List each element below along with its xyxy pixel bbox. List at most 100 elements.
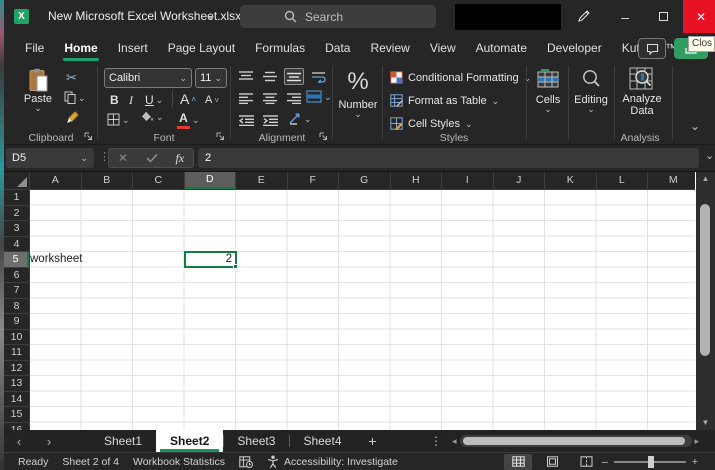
row-header-8[interactable]: 8 <box>4 299 29 315</box>
row-header-10[interactable]: 10 <box>4 330 29 346</box>
increase-font-size-button[interactable]: A˄ <box>180 91 196 107</box>
column-header-f[interactable]: F <box>288 172 340 189</box>
row-header-2[interactable]: 2 <box>4 206 29 222</box>
sheet-tab-sheet3[interactable]: Sheet3 <box>223 430 289 452</box>
wrap-text-button[interactable] <box>308 68 328 85</box>
cell-styles-chevron-down-icon[interactable]: ⌄ <box>465 121 473 127</box>
page-break-view-button[interactable] <box>572 454 600 470</box>
middle-align-button[interactable] <box>260 68 280 85</box>
cut-button[interactable]: ✂ <box>66 70 77 86</box>
underline-button[interactable]: U ⌄ <box>145 93 163 107</box>
editing-group-button[interactable]: Editing ⌄ <box>570 69 612 112</box>
font-color-button[interactable]: A ⌄ <box>177 111 200 129</box>
font-size-chevron-down-icon[interactable]: ⌄ <box>214 75 222 81</box>
paste-button[interactable]: Paste ⌄ <box>16 68 60 111</box>
orientation-chevron-down-icon[interactable]: ⌄ <box>304 116 312 122</box>
scroll-up-icon[interactable]: ▲ <box>696 172 715 186</box>
close-button[interactable]: ✕ <box>683 0 715 33</box>
column-header-g[interactable]: G <box>339 172 391 189</box>
column-header-c[interactable]: C <box>133 172 185 189</box>
column-header-j[interactable]: J <box>494 172 546 189</box>
increase-indent-button[interactable] <box>260 112 280 129</box>
tab-file[interactable]: File <box>16 36 53 60</box>
top-align-button[interactable] <box>236 68 256 85</box>
row-header-12[interactable]: 12 <box>4 361 29 377</box>
column-header-k[interactable]: K <box>545 172 597 189</box>
row-header-3[interactable]: 3 <box>4 221 29 237</box>
title-chevron-down-icon[interactable]: ⌄ <box>206 8 216 22</box>
row-header-4[interactable]: 4 <box>4 237 29 253</box>
conditional-formatting-button[interactable]: Conditional Formatting ⌄ <box>390 71 531 84</box>
tab-developer[interactable]: Developer <box>538 36 611 60</box>
copy-button[interactable]: ⌄ <box>64 91 86 104</box>
bottom-align-button[interactable] <box>284 68 304 85</box>
accessibility-status[interactable]: Accessibility: Investigate <box>267 455 398 468</box>
column-header-i[interactable]: I <box>442 172 494 189</box>
row-header-11[interactable]: 11 <box>4 345 29 361</box>
formula-input[interactable]: 2 <box>198 148 699 168</box>
cell-d5-selected[interactable]: 2 <box>184 251 237 268</box>
row-header-1[interactable]: 1 <box>4 190 29 206</box>
cancel-icon[interactable]: ✕ <box>118 151 128 165</box>
row-header-7[interactable]: 7 <box>4 283 29 299</box>
analyze-data-button[interactable]: Analyze Data <box>616 67 668 117</box>
tab-insert[interactable]: Insert <box>109 36 157 60</box>
zoom-slider[interactable] <box>614 461 686 463</box>
scroll-left-icon[interactable]: ◂ <box>452 436 457 447</box>
column-header-m[interactable]: M <box>648 172 695 189</box>
font-color-chevron-down-icon[interactable]: ⌄ <box>192 117 200 123</box>
column-header-e[interactable]: E <box>236 172 288 189</box>
vertical-scroll-thumb[interactable] <box>700 204 710 356</box>
orientation-button[interactable]: ⌄ <box>288 112 312 125</box>
column-header-a[interactable]: A <box>30 172 82 189</box>
font-dialog-launcher[interactable] <box>216 132 225 141</box>
format-painter-button[interactable] <box>65 111 79 125</box>
copy-chevron-down-icon[interactable]: ⌄ <box>78 95 86 101</box>
excel-logo-icon[interactable]: X <box>14 9 29 24</box>
row-header-15[interactable]: 15 <box>4 407 29 423</box>
align-center-button[interactable] <box>260 90 280 107</box>
horizontal-scroll-track[interactable] <box>460 435 692 447</box>
format-as-table-button[interactable]: Format as Table ⌄ <box>390 94 499 107</box>
search-box[interactable]: Search <box>240 5 436 28</box>
fill-color-chevron-down-icon[interactable]: ⌄ <box>156 114 164 120</box>
tab-formulas[interactable]: Formulas <box>246 36 314 60</box>
previous-sheet-chevron-icon[interactable]: ‹ <box>4 430 34 452</box>
normal-view-button[interactable] <box>504 454 532 470</box>
pen-mode-button[interactable] <box>565 0 601 33</box>
row-header-14[interactable]: 14 <box>4 392 29 408</box>
display-settings-icon[interactable] <box>239 456 253 468</box>
tab-view[interactable]: View <box>421 36 465 60</box>
comments-button[interactable] <box>638 38 666 59</box>
cell-styles-button[interactable]: Cell Styles ⌄ <box>390 117 473 130</box>
horizontal-scroll-thumb[interactable] <box>463 437 685 445</box>
expand-formula-bar-chevron-icon[interactable]: ⌄ <box>705 153 714 159</box>
select-all-corner[interactable] <box>4 172 30 190</box>
cells-chevron-down-icon[interactable]: ⌄ <box>544 106 552 112</box>
scroll-down-icon[interactable]: ▼ <box>696 416 715 430</box>
cells-area[interactable]: worksheet 2 <box>30 190 695 430</box>
sheet-tab-sheet2[interactable]: Sheet2 <box>156 430 223 452</box>
tab-page-layout[interactable]: Page Layout <box>159 36 244 60</box>
zoom-in-icon[interactable]: + <box>692 456 698 468</box>
horizontal-scrollbar[interactable]: ◂ ▸ <box>452 434 708 448</box>
tab-review[interactable]: Review <box>361 36 418 60</box>
workbook-statistics-button[interactable]: Workbook Statistics <box>133 456 225 468</box>
collapse-ribbon-chevron-icon[interactable]: ⌄ <box>690 123 700 129</box>
font-name-chevron-down-icon[interactable]: ⌄ <box>179 75 187 81</box>
bold-button[interactable]: B <box>110 93 119 107</box>
cells-group-button[interactable]: Cells ⌄ <box>530 69 566 112</box>
row-header-5[interactable]: 5 <box>4 252 29 268</box>
clipboard-dialog-launcher[interactable] <box>84 132 93 141</box>
tab-automate[interactable]: Automate <box>467 36 536 60</box>
column-header-b[interactable]: B <box>82 172 134 189</box>
minimize-button[interactable]: – <box>607 0 643 33</box>
tab-data[interactable]: Data <box>316 36 359 60</box>
merge-center-button[interactable]: ⌄ <box>306 90 332 103</box>
insert-function-button[interactable]: fx <box>175 151 184 166</box>
editing-chevron-down-icon[interactable]: ⌄ <box>587 106 595 112</box>
row-header-9[interactable]: 9 <box>4 314 29 330</box>
vertical-scrollbar[interactable]: ▲ ▼ <box>696 172 715 430</box>
align-left-button[interactable] <box>236 90 256 107</box>
row-header-6[interactable]: 6 <box>4 268 29 284</box>
